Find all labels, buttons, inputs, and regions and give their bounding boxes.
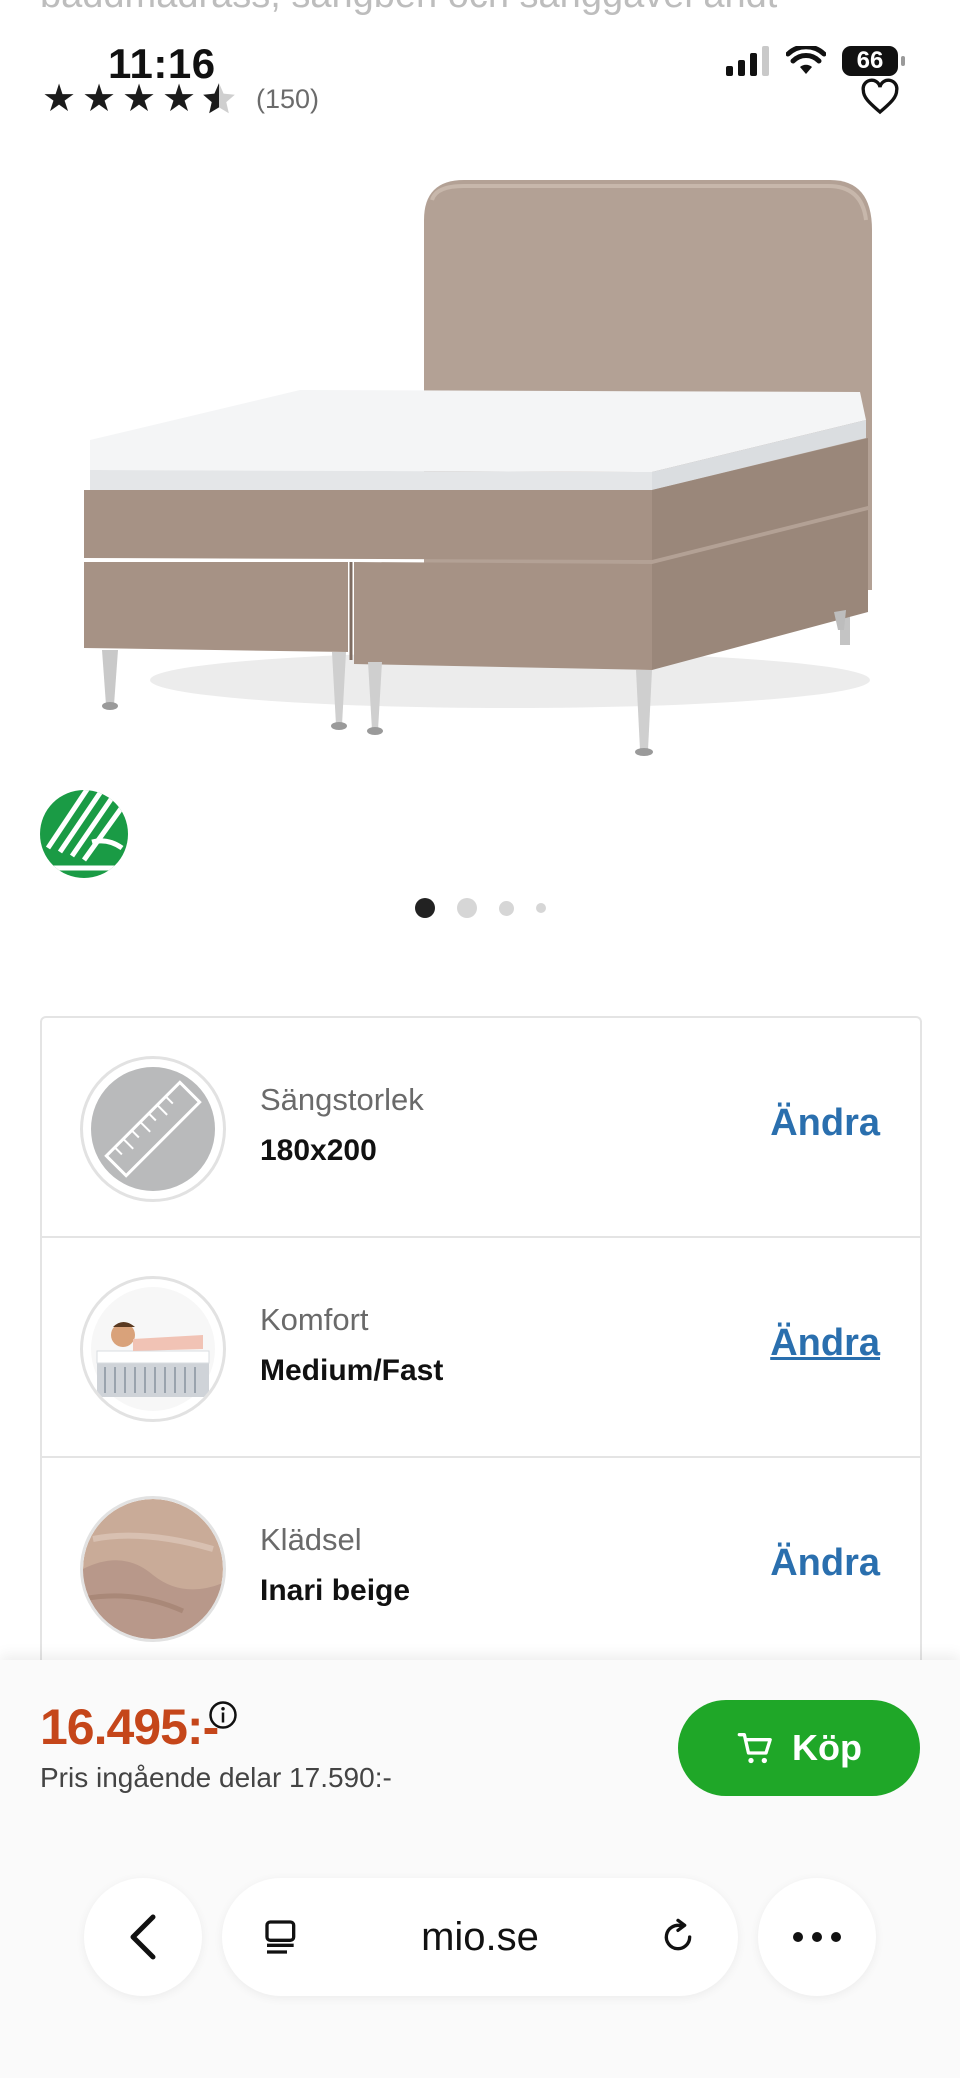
option-row-comfort[interactable]: Komfort Medium/Fast Ändra [42, 1238, 920, 1458]
change-size-link[interactable]: Ändra [770, 1102, 880, 1145]
option-value: Inari beige [260, 1574, 411, 1607]
nordic-swan-ecolabel-icon [40, 790, 128, 878]
image-carousel-dots[interactable] [0, 898, 960, 918]
back-button[interactable] [84, 1878, 202, 1996]
chevron-left-icon [130, 1914, 156, 1960]
buy-button[interactable]: Köp [678, 1700, 920, 1796]
buy-button-label: Köp [792, 1727, 862, 1768]
change-fabric-link[interactable]: Ändra [770, 1542, 880, 1585]
reload-icon[interactable] [658, 1917, 698, 1957]
option-value: Medium/Fast [260, 1354, 444, 1387]
carousel-dot-active[interactable] [414, 898, 435, 918]
option-row-fabric[interactable]: Klädsel Inari beige Ändra [42, 1458, 920, 1678]
url-text[interactable]: mio.se [421, 1915, 539, 1960]
carousel-dot[interactable] [535, 903, 546, 913]
option-value: 180x200 [260, 1134, 377, 1167]
carousel-dot[interactable] [498, 900, 514, 916]
tab-overview-icon[interactable] [262, 1917, 302, 1957]
star-icon: ★ [121, 78, 157, 120]
fabric-swatch-icon [80, 1496, 226, 1642]
option-label: Komfort [260, 1302, 369, 1337]
carousel-dot[interactable] [456, 898, 477, 918]
battery-icon: 66 [842, 46, 905, 76]
option-label: Klädsel [260, 1522, 362, 1557]
product-image[interactable] [40, 160, 920, 760]
rating-stars: ★ ★ ★ ★ [40, 80, 238, 118]
star-icon: ★ [41, 78, 77, 120]
status-icons: 66 [726, 46, 905, 76]
star-icon: ★ [81, 78, 117, 120]
rating-count[interactable]: (150) [256, 84, 319, 115]
price-included-parts: Pris ingående delar 17.590:- [40, 1762, 392, 1793]
heart-icon[interactable] [860, 78, 900, 116]
price: 16.495:- [40, 1699, 219, 1755]
info-icon[interactable] [208, 1700, 238, 1730]
more-dots-icon [793, 1932, 841, 1942]
cart-icon [737, 1733, 772, 1764]
more-button[interactable] [758, 1878, 876, 1996]
product-subtitle-clipped: bäddmadrass, sängben och sänggavel ändt [40, 0, 777, 17]
change-comfort-link[interactable]: Ändra [770, 1322, 880, 1365]
ruler-icon [80, 1056, 226, 1202]
comfort-icon [80, 1276, 226, 1422]
star-icon: ★ [161, 78, 197, 120]
option-row-size[interactable]: Sängstorlek 180x200 Ändra [42, 1018, 920, 1238]
wifi-icon [786, 46, 826, 74]
product-options-list: Sängstorlek 180x200 Ändra Komfort Medium… [40, 1016, 922, 1678]
signal-icon [726, 46, 769, 76]
half-star-icon [203, 83, 235, 114]
address-bar[interactable]: mio.se [222, 1878, 738, 1996]
option-label: Sängstorlek [260, 1082, 424, 1117]
